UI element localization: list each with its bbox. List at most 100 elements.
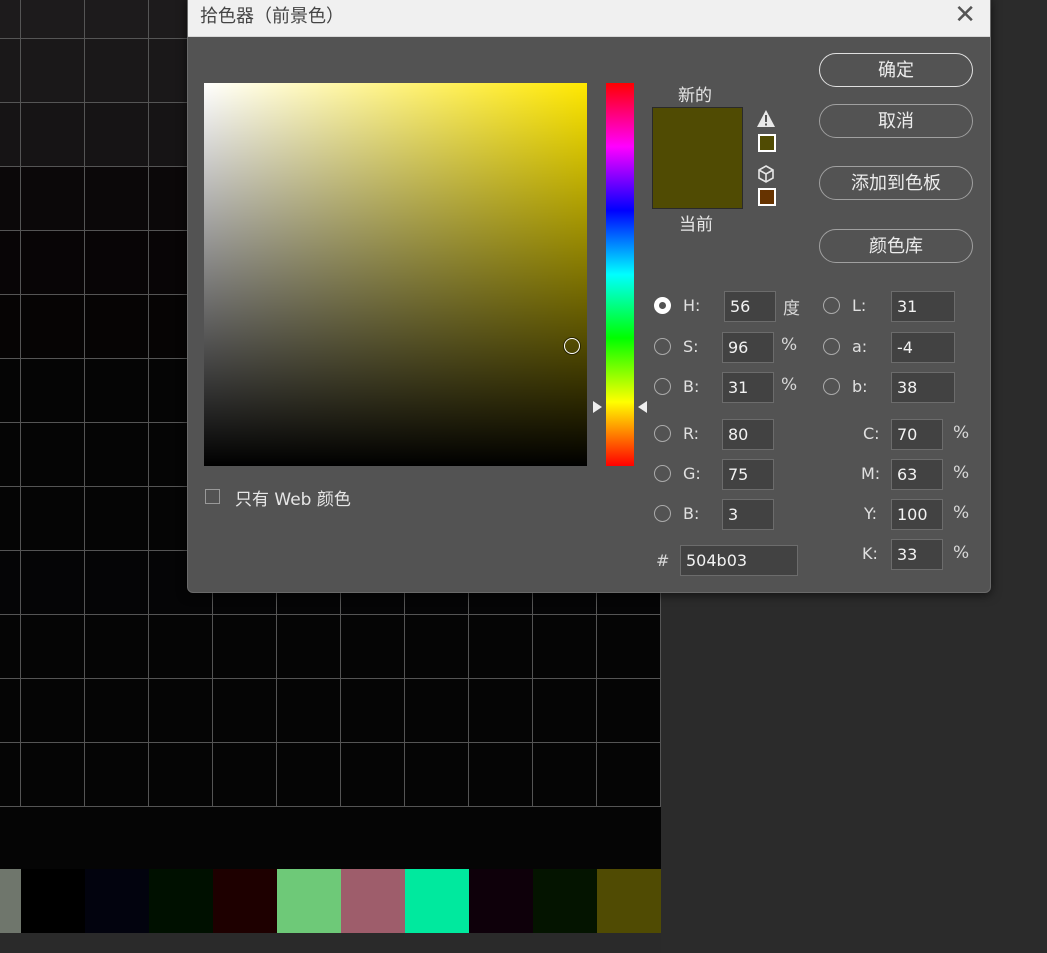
canvas-grid-cell — [149, 679, 213, 743]
radio-red[interactable] — [654, 425, 671, 442]
new-color-preview — [652, 107, 743, 158]
yellow-unit: % — [953, 503, 970, 523]
radio-blue[interactable] — [654, 505, 671, 522]
canvas-grid-cell — [0, 487, 21, 551]
canvas-grid-cell — [0, 39, 21, 103]
lab-b-label: b: — [852, 377, 868, 396]
canvas-color-swatch — [149, 869, 213, 933]
lab-l-input[interactable]: 31 — [891, 291, 955, 322]
canvas-grid-cell — [533, 679, 597, 743]
red-input[interactable]: 80 — [722, 419, 774, 450]
brightness-label: B: — [683, 377, 700, 396]
canvas-grid-cell — [21, 487, 85, 551]
only-web-colors-label: 只有 Web 颜色 — [235, 490, 351, 510]
add-to-swatches-button[interactable]: 添加到色板 — [819, 166, 973, 200]
canvas-grid-cell — [341, 679, 405, 743]
lab-b-input[interactable]: 38 — [891, 372, 955, 403]
saturation-label: S: — [683, 337, 699, 356]
canvas-grid-cell — [0, 679, 21, 743]
canvas-color-swatch — [341, 869, 405, 933]
hue-slider[interactable] — [606, 83, 634, 466]
canvas-grid-cell — [277, 679, 341, 743]
canvas-grid-cell — [277, 615, 341, 679]
canvas-grid-cell — [597, 743, 661, 807]
canvas-color-swatch — [533, 869, 597, 933]
saturation-input[interactable]: 96 — [722, 332, 774, 363]
radio-lab-l[interactable] — [823, 297, 840, 314]
canvas-grid-cell — [85, 231, 149, 295]
canvas-grid-cell — [0, 167, 21, 231]
radio-brightness[interactable] — [654, 378, 671, 395]
radio-green[interactable] — [654, 465, 671, 482]
canvas-grid-cell — [341, 743, 405, 807]
hue-slider-handle-left[interactable] — [593, 401, 602, 413]
ok-button[interactable]: 确定 — [819, 53, 973, 87]
canvas-grid-cell — [213, 679, 277, 743]
canvas-grid-cell — [85, 679, 149, 743]
canvas-grid-cell — [21, 39, 85, 103]
canvas-grid-cell — [21, 551, 85, 615]
web-safe-color-swatch[interactable] — [758, 188, 776, 206]
black-input[interactable]: 33 — [891, 539, 943, 570]
gamut-warning-icon[interactable] — [756, 109, 776, 128]
current-color-label: 当前 — [679, 215, 713, 235]
canvas-grid-cell — [213, 615, 277, 679]
radio-lab-a[interactable] — [823, 338, 840, 355]
canvas-color-swatch — [21, 869, 85, 933]
canvas-grid-cell — [277, 743, 341, 807]
cyan-unit: % — [953, 423, 970, 443]
canvas-grid-cell — [0, 0, 21, 39]
canvas-grid-cell — [85, 0, 149, 39]
canvas-grid-cell — [597, 679, 661, 743]
color-libraries-button[interactable]: 颜色库 — [819, 229, 973, 263]
canvas-grid-cell — [149, 615, 213, 679]
hue-input[interactable]: 56 — [724, 291, 776, 322]
green-input[interactable]: 75 — [722, 459, 774, 490]
brightness-unit: % — [781, 375, 798, 395]
dialog-title: 拾色器（前景色） — [200, 6, 344, 27]
color-picker-circle[interactable] — [564, 338, 580, 354]
canvas-grid-cell — [469, 615, 533, 679]
blue-label: B: — [683, 504, 700, 523]
canvas-color-swatch — [213, 869, 277, 933]
radio-hue[interactable] — [654, 297, 671, 314]
cyan-label: C: — [863, 424, 880, 443]
gamut-color-swatch[interactable] — [758, 134, 776, 152]
canvas-grid-cell — [405, 743, 469, 807]
close-icon[interactable]: ✕ — [954, 1, 976, 29]
lab-l-label: L: — [852, 296, 867, 315]
hex-input[interactable]: 504b03 — [680, 545, 798, 576]
hue-slider-handle-right[interactable] — [638, 401, 647, 413]
canvas-grid-cell — [21, 679, 85, 743]
dialog-titlebar: 拾色器（前景色） ✕ — [188, 0, 990, 37]
cyan-input[interactable]: 70 — [891, 419, 943, 450]
magenta-unit: % — [953, 463, 970, 483]
canvas-grid-cell — [85, 551, 149, 615]
radio-saturation[interactable] — [654, 338, 671, 355]
lab-a-input[interactable]: -4 — [891, 332, 955, 363]
black-label: K: — [862, 544, 878, 563]
color-picker-dialog: 拾色器（前景色） ✕ 新的 当前 确定 取消 添加到色板 颜色库 H: 56 度… — [187, 0, 991, 593]
lab-a-label: a: — [852, 337, 868, 356]
blue-input[interactable]: 3 — [722, 499, 774, 530]
only-web-colors-checkbox[interactable] — [205, 489, 220, 504]
hue-label: H: — [683, 296, 701, 315]
canvas-grid-cell — [85, 359, 149, 423]
saturation-brightness-field[interactable] — [204, 83, 587, 466]
canvas-color-swatch — [597, 869, 661, 933]
canvas-grid-cell — [533, 743, 597, 807]
canvas-grid-cell — [85, 423, 149, 487]
current-color-preview[interactable] — [652, 157, 743, 209]
hex-label: # — [656, 551, 670, 570]
radio-lab-b[interactable] — [823, 378, 840, 395]
canvas-grid-cell — [85, 167, 149, 231]
brightness-input[interactable]: 31 — [722, 372, 774, 403]
green-label: G: — [683, 464, 701, 483]
cancel-button[interactable]: 取消 — [819, 104, 973, 138]
yellow-input[interactable]: 100 — [891, 499, 943, 530]
web-safe-cube-icon[interactable] — [756, 164, 776, 184]
canvas-grid-cell — [213, 743, 277, 807]
hue-unit: 度 — [783, 299, 800, 319]
red-label: R: — [683, 424, 700, 443]
magenta-input[interactable]: 63 — [891, 459, 943, 490]
